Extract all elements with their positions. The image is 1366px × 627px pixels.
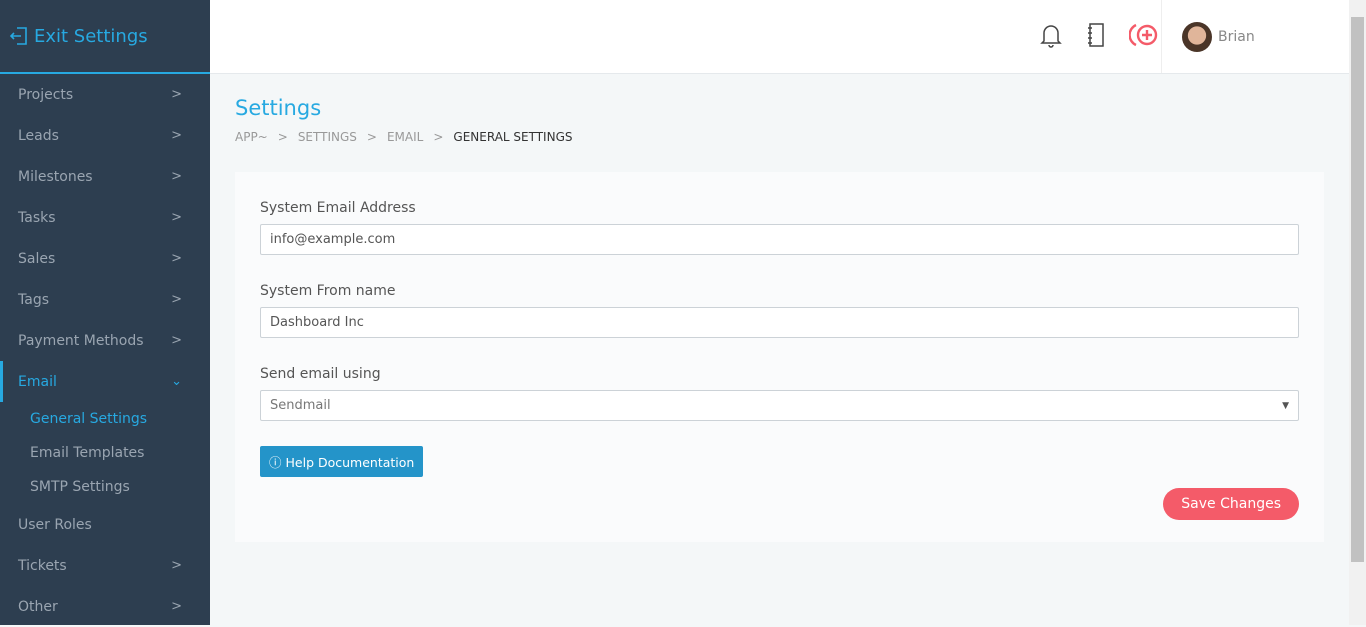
breadcrumb-current: GENERAL SETTINGS [453,130,573,144]
chevron-right-icon: > [171,333,182,348]
sidebar-subitem-general-settings[interactable]: General Settings [0,402,210,436]
add-circle-icon[interactable] [1129,22,1159,48]
chevron-right-icon: > [171,128,182,143]
user-menu[interactable]: Brian [1161,0,1255,73]
chevron-right-icon: > [171,251,182,266]
sidebar-item-sales[interactable]: Sales > [0,238,210,279]
sidebar-item-tickets[interactable]: Tickets > [0,545,210,586]
scrollbar-thumb[interactable] [1351,17,1364,562]
scrollbar[interactable] [1349,0,1366,625]
caret-down-icon: ▼ [1282,400,1289,411]
chevron-right-icon: > [171,169,182,184]
sidebar-item-payment-methods[interactable]: Payment Methods > [0,320,210,361]
breadcrumb-email[interactable]: EMAIL [387,130,423,144]
chevron-down-icon: ⌄ [171,374,182,389]
email-label: System Email Address [260,200,416,216]
sidebar-item-projects[interactable]: Projects > [0,74,210,115]
from-name-label: System From name [260,283,396,299]
save-changes-button[interactable]: Save Changes [1163,488,1299,520]
help-documentation-button[interactable]: ⓘ Help Documentation [260,446,424,477]
sidebar-item-milestones[interactable]: Milestones > [0,156,210,197]
sidebar-item-other[interactable]: Other > [0,586,210,627]
chevron-right-icon: > [171,599,182,614]
chevron-right-icon: > [171,210,182,225]
bell-icon[interactable] [1039,22,1063,48]
exit-icon [10,27,27,45]
exit-settings-link[interactable]: Exit Settings [0,0,210,74]
send-using-select[interactable]: Sendmail ▼ [260,390,1299,421]
send-using-label: Send email using [260,366,381,382]
breadcrumb-settings[interactable]: SETTINGS [298,130,357,144]
sidebar-item-tags[interactable]: Tags > [0,279,210,320]
breadcrumb-app[interactable]: APP~ [235,130,268,144]
page-title: Settings [235,96,322,120]
from-name-field[interactable]: Dashboard Inc [260,307,1299,338]
email-field[interactable]: info@example.com [260,224,1299,255]
sidebar-item-email[interactable]: Email ⌄ [0,361,210,402]
sidebar-subitem-smtp-settings[interactable]: SMTP Settings [0,470,210,504]
notebook-icon[interactable] [1085,22,1107,48]
chevron-right-icon: > [171,87,182,102]
sidebar-item-leads[interactable]: Leads > [0,115,210,156]
sidebar-item-tasks[interactable]: Tasks > [0,197,210,238]
breadcrumb: APP~ > SETTINGS > EMAIL > GENERAL SETTINGS [235,130,573,144]
sidebar-subitem-email-templates[interactable]: Email Templates [0,436,210,470]
avatar [1182,21,1212,52]
chevron-right-icon: > [171,558,182,573]
sidebar: Exit Settings Projects > Leads > Milestone… [0,0,210,625]
settings-card: System Email Address info@example.com Sy… [235,172,1324,542]
info-icon: ⓘ [269,455,282,470]
chevron-right-icon: > [171,292,182,307]
top-bar: Brian [210,0,1349,74]
sidebar-item-user-roles[interactable]: User Roles [0,504,210,545]
